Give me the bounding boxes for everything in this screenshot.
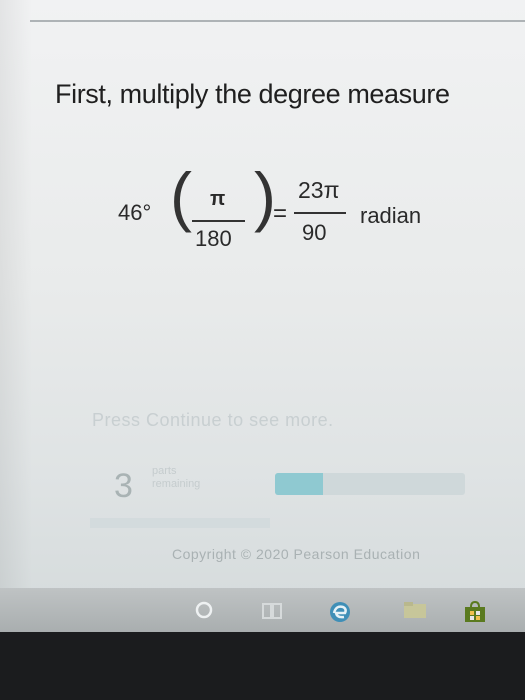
parts-remaining-count: 3 <box>114 467 133 505</box>
step-heading: First, multiply the degree measure <box>55 79 450 109</box>
store-icon[interactable] <box>462 600 488 624</box>
fraction2-bar <box>294 212 346 214</box>
fraction2-numerator: 23π <box>298 177 340 203</box>
continue-prompt: Press Continue to see more. <box>92 410 334 430</box>
edge-icon[interactable] <box>328 600 352 624</box>
file-explorer-icon[interactable] <box>402 600 428 620</box>
task-view-icon[interactable] <box>260 600 284 622</box>
unit-label: radian <box>360 203 422 228</box>
fraction1-denominator: 180 <box>195 226 232 251</box>
parts-label-line2: remaining <box>152 478 201 490</box>
fraction1-numerator: π <box>210 188 226 210</box>
screen-shadow <box>0 0 32 632</box>
fraction2-denominator: 90 <box>302 220 327 245</box>
equals-sign: = <box>273 200 288 227</box>
parts-label-line1: parts <box>152 465 177 477</box>
progress-bar-fill <box>275 473 323 495</box>
continue-button[interactable] <box>90 518 270 528</box>
progress-bar <box>275 473 465 495</box>
fraction1-bar <box>192 220 245 222</box>
copyright-notice: Copyright © 2020 Pearson Education <box>172 546 421 562</box>
top-divider <box>30 20 525 22</box>
parts-remaining-label: parts remaining <box>152 465 200 491</box>
left-paren: ( <box>170 159 192 233</box>
browser-screen: First, multiply the degree measure 46° (… <box>0 0 525 632</box>
degree-value: 46° <box>118 200 152 225</box>
search-circle-icon[interactable] <box>194 600 214 620</box>
